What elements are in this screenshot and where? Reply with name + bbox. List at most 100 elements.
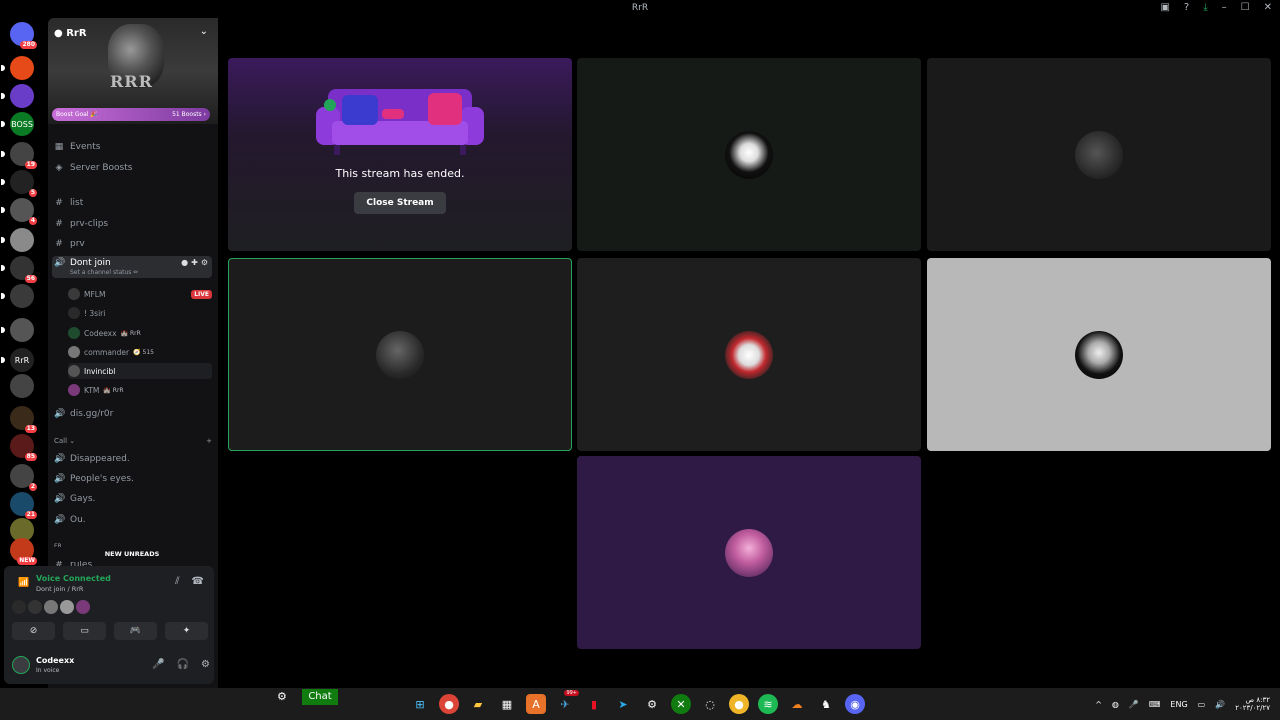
- download-icon[interactable]: ⤓: [1203, 2, 1207, 13]
- minimize-button[interactable]: –: [1222, 2, 1227, 13]
- gear-icon[interactable]: ⚙: [201, 659, 210, 670]
- category-call[interactable]: Call ⌄ +: [54, 437, 212, 445]
- sync-icon[interactable]: ◌: [700, 694, 720, 714]
- channel-prv[interactable]: # prv: [52, 235, 212, 253]
- server-icon[interactable]: 21: [10, 492, 37, 519]
- spotify-icon[interactable]: ≋: [758, 694, 778, 714]
- server-icon[interactable]: 56: [1, 256, 37, 283]
- soundboard-button[interactable]: ✦: [165, 622, 208, 640]
- maximize-button[interactable]: ☐: [1241, 2, 1250, 13]
- chevron-up-icon[interactable]: ^: [1095, 700, 1102, 709]
- gear-icon[interactable]: ⚙: [201, 258, 208, 267]
- volume-icon[interactable]: 🔊: [1215, 700, 1225, 709]
- server-icon[interactable]: 2: [10, 464, 37, 491]
- store-icon[interactable]: ▦: [497, 694, 517, 714]
- server-icon[interactable]: [1, 56, 34, 80]
- microphone-icon[interactable]: 🎤: [152, 659, 164, 670]
- server-icon[interactable]: 280: [10, 22, 37, 49]
- language-indicator[interactable]: ENG: [1170, 700, 1187, 709]
- telegram-icon[interactable]: ➤: [613, 694, 633, 714]
- participant-tile[interactable]: [927, 58, 1271, 251]
- close-window-button[interactable]: ✕: [1264, 2, 1272, 13]
- messenger-icon[interactable]: ✈ 99+: [555, 690, 579, 714]
- discord-icon[interactable]: ◉: [845, 694, 865, 714]
- server-icon[interactable]: 4: [1, 198, 37, 225]
- disconnect-icon[interactable]: ☎: [192, 576, 204, 587]
- voice-member[interactable]: commander 🧭 515: [68, 344, 212, 360]
- boost-goal-bar[interactable]: Boost Goal 🎉 51 Boosts ›: [52, 108, 210, 121]
- network-icon[interactable]: ▭: [1198, 700, 1206, 709]
- signal-icon[interactable]: 📶: [18, 578, 29, 588]
- steam-icon[interactable]: ⚙: [642, 694, 662, 714]
- call-channel[interactable]: 🔊 Disappeared.: [52, 450, 212, 468]
- channel-prv-clips[interactable]: # prv-clips: [52, 215, 212, 233]
- call-channel[interactable]: 🔊 People's eyes.: [52, 470, 212, 488]
- server-icon[interactable]: NEW: [10, 538, 37, 565]
- participant-tile[interactable]: [577, 456, 921, 649]
- chat-bubble-icon[interactable]: ●: [181, 258, 188, 267]
- server-icon[interactable]: [1, 284, 34, 308]
- call-channel[interactable]: 🔊 Gays.: [52, 490, 212, 508]
- taskbar-clock[interactable]: ٨:٣٢ ص ٢٠٢٣/٠٢/٢٧: [1235, 696, 1270, 712]
- close-stream-button[interactable]: Close Stream: [354, 192, 446, 214]
- voice-member[interactable]: KTM 🏰 RrR: [68, 382, 212, 398]
- chat-button[interactable]: Chat: [302, 689, 338, 705]
- server-icon[interactable]: [1, 228, 34, 252]
- channel-dis[interactable]: 🔊 dis.gg/r0r: [52, 405, 212, 423]
- voice-connected-sub[interactable]: Dont join / RrR: [36, 585, 83, 593]
- voice-channel-dont-join[interactable]: 🔊 Dont join Set a channel status ✏ ● ✚ ⚙: [52, 256, 212, 278]
- game-icon[interactable]: ♞: [816, 694, 836, 714]
- screen-share-button[interactable]: ▭: [63, 622, 106, 640]
- server-icon[interactable]: 85: [10, 434, 37, 461]
- voice-member[interactable]: ! 3siri: [68, 305, 212, 321]
- avatar[interactable]: [12, 656, 30, 674]
- server-icon[interactable]: BOSS: [1, 112, 34, 136]
- activity-button[interactable]: 🎮: [114, 622, 157, 640]
- stream-ended-tile[interactable]: This stream has ended. Close Stream: [228, 58, 572, 251]
- channel-list[interactable]: # list: [52, 194, 212, 212]
- participant-tile[interactable]: [228, 258, 572, 451]
- server-banner[interactable]: RRR ● RrR ⌄ Boost Goal 🎉 51 Boosts ›: [48, 18, 218, 124]
- cloud-icon[interactable]: ☁: [787, 694, 807, 714]
- avatar[interactable]: [28, 600, 42, 614]
- start-icon[interactable]: ⊞: [410, 694, 430, 714]
- noise-suppression-icon[interactable]: ⫽: [175, 576, 179, 587]
- server-icon[interactable]: [1, 318, 34, 342]
- app-icon[interactable]: A: [526, 694, 546, 714]
- server-icon[interactable]: 13: [10, 406, 37, 433]
- server-name[interactable]: ● RrR: [54, 28, 87, 39]
- server-icon[interactable]: 5: [1, 170, 37, 197]
- plus-icon[interactable]: +: [206, 437, 212, 445]
- voice-member[interactable]: Invincibl: [68, 363, 212, 379]
- camera-off-button[interactable]: ⊘: [12, 622, 55, 640]
- security-icon[interactable]: ◍: [1112, 700, 1119, 709]
- avatar[interactable]: [44, 600, 58, 614]
- voice-member[interactable]: MFLM LIVE: [68, 286, 212, 302]
- chevron-down-icon[interactable]: ⌄: [200, 26, 208, 37]
- help-icon[interactable]: ?: [1184, 2, 1189, 13]
- xbox-icon[interactable]: ✕: [671, 694, 691, 714]
- avatar[interactable]: [76, 600, 90, 614]
- participant-tile[interactable]: [577, 258, 921, 451]
- nav-events[interactable]: ▦ Events: [52, 138, 212, 156]
- voice-member[interactable]: Codeexx 🏰 RrR: [68, 325, 212, 341]
- gear-icon[interactable]: ⚙: [277, 690, 287, 703]
- user-name[interactable]: Codeexx: [36, 656, 74, 665]
- avatar[interactable]: [60, 600, 74, 614]
- participant-tile[interactable]: [927, 258, 1271, 451]
- voice-connected-title[interactable]: Voice Connected: [36, 574, 111, 583]
- red-app-icon[interactable]: ▮: [584, 694, 604, 714]
- nav-server-boosts[interactable]: ◈ Server Boosts: [52, 159, 212, 177]
- mic-tray-icon[interactable]: 🎤: [1129, 700, 1139, 709]
- inbox-icon[interactable]: ▣: [1160, 2, 1169, 13]
- server-icon[interactable]: [10, 374, 34, 398]
- invite-icon[interactable]: ✚: [191, 258, 198, 267]
- channel-status[interactable]: Set a channel status ✏: [70, 269, 138, 276]
- avatar[interactable]: [12, 600, 26, 614]
- new-unreads-banner[interactable]: NEW UNREADS: [48, 547, 216, 561]
- server-icon[interactable]: 19: [1, 142, 37, 169]
- yellow-app-icon[interactable]: ●: [729, 694, 749, 714]
- chrome-icon[interactable]: ●: [439, 694, 459, 714]
- participant-tile[interactable]: [577, 58, 921, 251]
- server-icon[interactable]: [1, 84, 34, 108]
